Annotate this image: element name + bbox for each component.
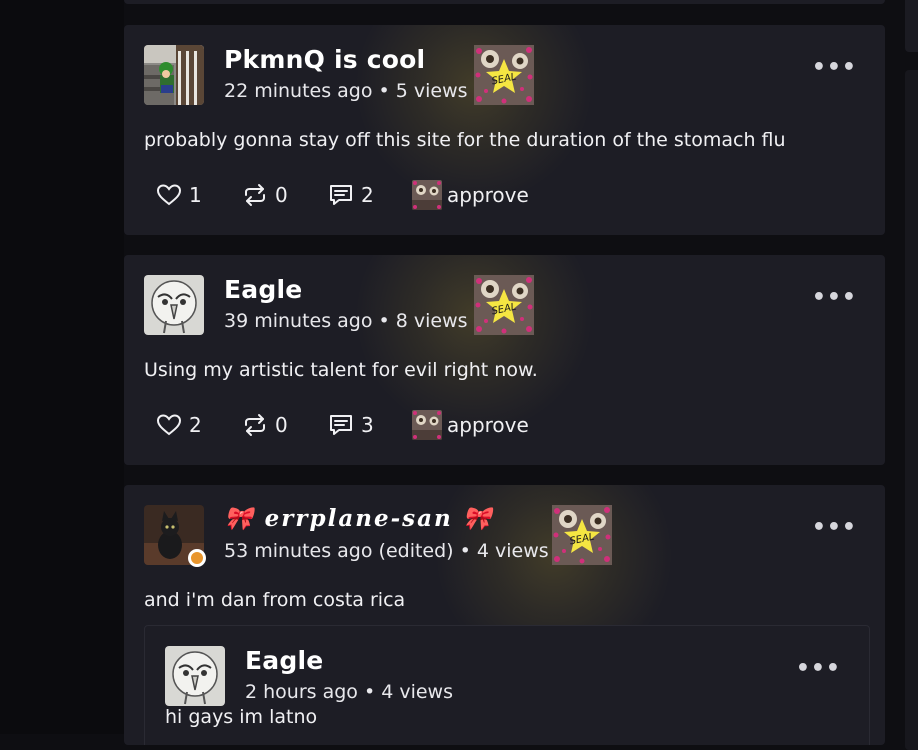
post-body: Using my artistic talent for evil right …: [144, 359, 538, 381]
more-options-button[interactable]: •••: [812, 55, 857, 80]
author-name[interactable]: Eagle: [224, 275, 302, 304]
like-count: 2: [189, 413, 202, 437]
author-name[interactable]: PkmnQ is cool: [224, 45, 425, 74]
avatar[interactable]: [144, 275, 204, 335]
post-body: and i'm dan from costa rica: [144, 589, 406, 611]
comment-count: 3: [361, 413, 374, 437]
post-meta: 2 hours ago • 4 views: [245, 681, 453, 703]
repost-count: 0: [275, 413, 288, 437]
seal-badge: SEAL: [474, 45, 534, 105]
comment-icon: [330, 185, 352, 205]
more-options-button[interactable]: •••: [812, 285, 857, 310]
post-card: 🎀 𝒆𝒓𝒓𝒑𝒍𝒂𝒏𝒆-𝒔𝒂𝒏 🎀 53 minutes ago (edited)…: [124, 485, 885, 745]
repost-button[interactable]: 0: [242, 407, 288, 443]
comment-icon: [330, 415, 352, 435]
post-meta: 22 minutes ago • 5 views: [224, 80, 468, 102]
reaction-label: approve: [447, 183, 529, 207]
like-button[interactable]: 2: [156, 407, 202, 443]
reaction-sticker: [412, 410, 442, 440]
more-options-button[interactable]: •••: [796, 656, 841, 681]
comment-button[interactable]: 3: [328, 407, 374, 443]
post-meta: 53 minutes ago (edited) • 4 views: [224, 540, 549, 562]
comment-button[interactable]: 2: [328, 177, 374, 213]
avatar-image-eagle: [144, 275, 204, 335]
left-gutter: [0, 0, 124, 734]
reaction-sticker: [412, 180, 442, 210]
right-sidebar-widget: [905, 0, 918, 52]
reaction-label: approve: [447, 413, 529, 437]
reaction-approve-button[interactable]: approve: [412, 177, 529, 213]
avatar-image-eagle: [165, 646, 225, 706]
repost-count: 0: [275, 183, 288, 207]
repost-button[interactable]: 0: [242, 177, 288, 213]
quoted-post[interactable]: Eagle 2 hours ago • 4 views ••• hi gays …: [144, 625, 870, 745]
seal-badge: SEAL: [552, 505, 612, 565]
post-actions: 2 0 3 approve: [144, 407, 844, 443]
like-button[interactable]: 1: [156, 177, 202, 213]
author-name[interactable]: 🎀 𝒆𝒓𝒓𝒑𝒍𝒂𝒏𝒆-𝒔𝒂𝒏 🎀: [224, 505, 493, 532]
seal-badge: SEAL: [474, 275, 534, 335]
post-card: Eagle 39 minutes ago • 8 views SEAL ••• …: [124, 255, 885, 465]
repost-icon: [245, 414, 265, 436]
avatar[interactable]: [144, 45, 204, 105]
post-body: hi gays im latno: [165, 706, 318, 728]
comment-count: 2: [361, 183, 374, 207]
post-actions: 1 0 2 approve: [144, 177, 844, 213]
online-status-indicator: [188, 549, 206, 567]
more-options-button[interactable]: •••: [812, 515, 857, 540]
author-name[interactable]: Eagle: [245, 646, 323, 675]
avatar[interactable]: [165, 646, 225, 706]
post-meta: 39 minutes ago • 8 views: [224, 310, 468, 332]
post-card-previous: [124, 0, 885, 4]
reaction-approve-button[interactable]: approve: [412, 407, 529, 443]
heart-icon: [156, 184, 182, 206]
repost-icon: [245, 184, 265, 206]
post-card: PkmnQ is cool 22 minutes ago • 5 views S…: [124, 25, 885, 235]
right-sidebar-panel: [905, 70, 918, 750]
like-count: 1: [189, 183, 202, 207]
heart-icon: [156, 414, 182, 436]
avatar-image-luigi: [144, 45, 204, 105]
post-body: probably gonna stay off this site for th…: [144, 129, 786, 151]
